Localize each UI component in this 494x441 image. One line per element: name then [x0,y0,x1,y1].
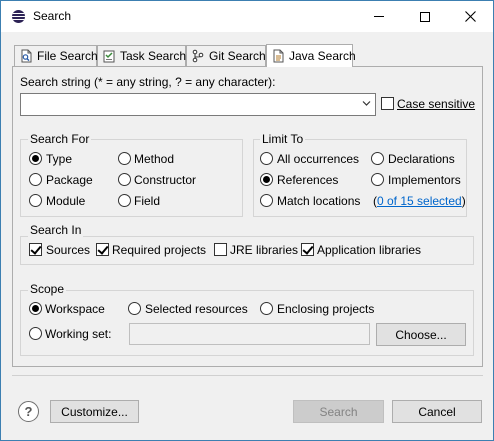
radio-enclosing-projects[interactable] [260,302,273,315]
radio-package-label[interactable]: Package [46,173,93,187]
radio-references-label[interactable]: References [277,173,338,187]
radio-type[interactable] [29,152,42,165]
close-icon [464,11,476,22]
window-title: Search [33,9,72,23]
radio-working-set-label[interactable]: Working set: [45,327,111,341]
tab-label: File Search [37,49,98,63]
search-dialog: Search File Search Task Search Git Searc… [0,0,494,441]
application-libraries-checkbox[interactable] [301,243,314,256]
radio-match-locations[interactable] [260,194,273,207]
minimize-icon [374,16,384,17]
git-search-icon [191,49,205,63]
radio-method[interactable] [118,152,131,165]
close-button[interactable] [447,1,493,32]
required-projects-label[interactable]: Required projects [112,243,206,257]
maximize-icon [420,11,430,22]
radio-enclosing-projects-label[interactable]: Enclosing projects [277,302,374,316]
radio-workspace-label[interactable]: Workspace [45,302,105,316]
tab-label: Java Search [289,49,356,63]
choose-button[interactable]: Choose... [376,323,466,346]
radio-workspace[interactable] [29,302,42,315]
match-locations-link[interactable]: 0 of 15 selected [377,194,462,208]
title-bar: Search [1,1,493,32]
radio-implementors-label[interactable]: Implementors [388,173,461,187]
help-icon: ? [24,404,33,419]
jre-libraries-checkbox[interactable] [214,243,227,256]
tab-label: Git Search [209,49,266,63]
case-sensitive-checkbox[interactable] [381,97,394,110]
search-string-combo[interactable] [20,93,376,116]
scope-title: Scope [28,282,67,296]
footer-separator [12,375,483,376]
radio-match-locations-label[interactable]: Match locations [277,194,360,208]
java-search-icon [271,49,285,63]
application-libraries-label[interactable]: Application libraries [317,243,421,257]
radio-type-label[interactable]: Type [46,152,72,166]
search-button[interactable]: Search [293,400,384,423]
file-search-icon [19,49,33,63]
help-button[interactable]: ? [18,401,39,422]
match-locations-link-wrapper: (0 of 15 selected) [373,194,466,208]
radio-all-occurrences[interactable] [260,152,273,165]
radio-field[interactable] [118,194,131,207]
required-projects-checkbox[interactable] [96,243,109,256]
radio-method-label[interactable]: Method [134,152,174,166]
customize-button[interactable]: Customize... [50,400,139,423]
radio-package[interactable] [29,173,42,186]
tab-file-search[interactable]: File Search [14,45,98,66]
tab-label: Task Search [120,49,187,63]
tab-task-search[interactable]: Task Search [97,45,186,66]
radio-field-label[interactable]: Field [134,194,160,208]
radio-selected-resources-label[interactable]: Selected resources [145,302,248,316]
radio-all-occurrences-label[interactable]: All occurrences [277,152,359,166]
cancel-button[interactable]: Cancel [392,400,482,423]
chevron-down-icon[interactable] [362,99,371,108]
maximize-button[interactable] [402,1,448,32]
radio-constructor[interactable] [118,173,131,186]
radio-working-set[interactable] [29,327,42,340]
radio-module-label[interactable]: Module [46,194,85,208]
search-string-label: Search string (* = any string, ? = any c… [20,75,276,89]
radio-declarations-label[interactable]: Declarations [388,152,455,166]
working-set-field [129,323,370,345]
minimize-button[interactable] [356,1,402,32]
case-sensitive-label[interactable]: Case sensitive [397,97,475,111]
sources-label[interactable]: Sources [46,243,90,257]
sources-checkbox[interactable] [29,243,42,256]
eclipse-icon [12,10,25,23]
task-search-icon [102,49,116,63]
radio-references[interactable] [260,173,273,186]
search-for-title: Search For [28,132,92,146]
radio-implementors[interactable] [371,173,384,186]
radio-selected-resources[interactable] [128,302,141,315]
limit-to-title: Limit To [260,132,306,146]
search-in-title: Search In [28,223,84,237]
radio-constructor-label[interactable]: Constructor [134,173,196,187]
jre-libraries-label[interactable]: JRE libraries [230,243,298,257]
radio-module[interactable] [29,194,42,207]
tab-git-search[interactable]: Git Search [186,45,266,66]
tab-java-search[interactable]: Java Search [266,44,356,67]
radio-declarations[interactable] [371,152,384,165]
